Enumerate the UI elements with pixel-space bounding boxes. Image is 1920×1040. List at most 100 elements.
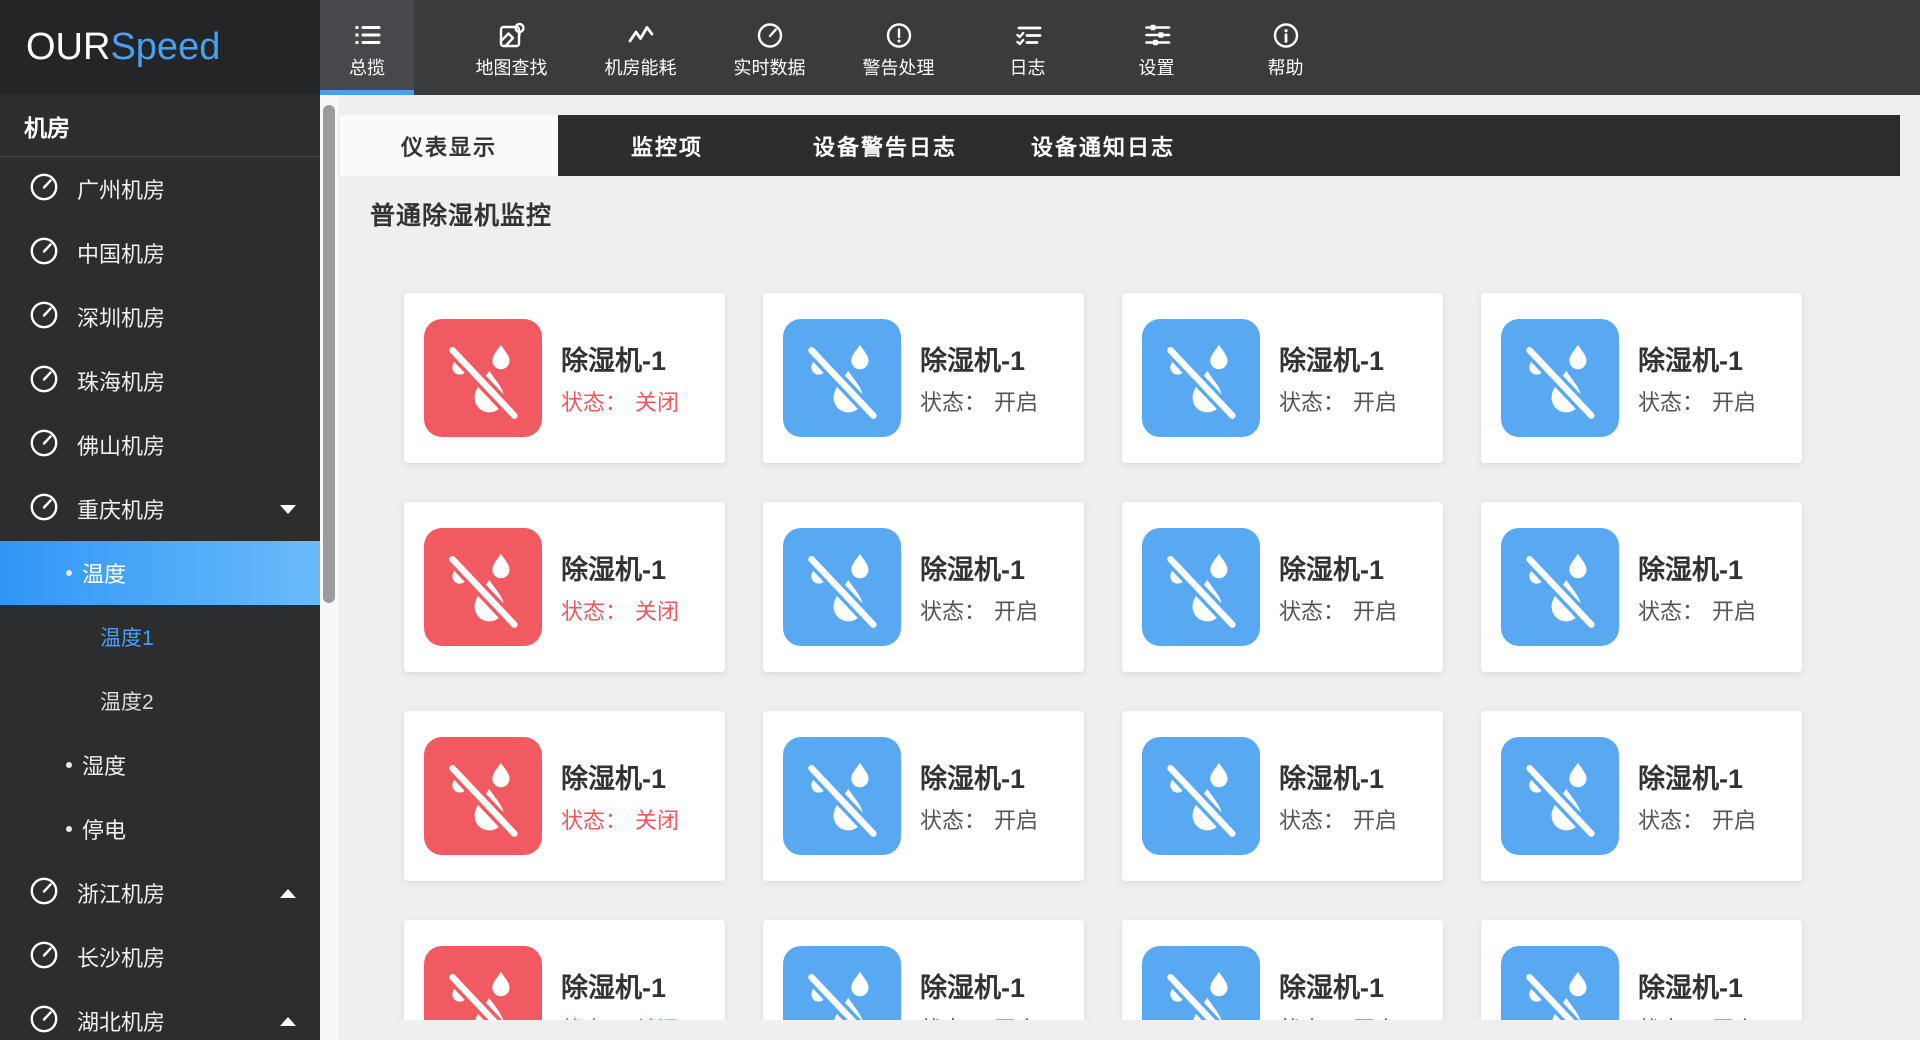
- nav-item-realtime-data[interactable]: 实时数据: [705, 0, 834, 95]
- device-card[interactable]: 除湿机-1 状态：开启: [763, 711, 1084, 881]
- device-status: 状态：关闭: [561, 1012, 679, 1020]
- sidebar-item-temperature1[interactable]: 温度1: [0, 605, 320, 669]
- water-drop-slash-icon: [1142, 946, 1260, 1020]
- device-card[interactable]: 除湿机-1 状态：开启: [1481, 293, 1802, 463]
- device-card[interactable]: 除湿机-1 状态：开启: [1481, 502, 1802, 672]
- water-drop-slash-icon: [1142, 737, 1260, 855]
- sidebar-item-changsha[interactable]: 长沙机房: [0, 925, 320, 989]
- device-status: 状态：开启: [920, 1012, 1038, 1020]
- nav-item-overview[interactable]: 总揽: [320, 0, 414, 95]
- sidebar-item-label: 佛山机房: [77, 429, 165, 461]
- sidebar-item-temperature2[interactable]: 温度2: [0, 669, 320, 733]
- chevron-up-icon: [280, 1017, 296, 1026]
- chevron-up-icon: [280, 889, 296, 898]
- app-window: OURSpeed 总揽 地图查找 机房能耗: [0, 0, 1920, 1040]
- logo-area: OURSpeed: [0, 0, 320, 95]
- gauge-icon: [27, 234, 61, 273]
- sidebar-item-guangzhou[interactable]: 广州机房: [0, 157, 320, 221]
- device-card[interactable]: 除湿机-1 状态：开启: [1481, 711, 1802, 881]
- map-search-icon: [497, 19, 527, 51]
- water-drop-slash-icon: [783, 319, 901, 437]
- water-drop-slash-icon: [1501, 528, 1619, 646]
- gauge-icon: [27, 874, 61, 913]
- water-drop-slash-icon: [783, 946, 901, 1020]
- help-info-icon: [1271, 19, 1301, 51]
- energy-pulse-icon: [626, 19, 656, 51]
- sidebar-scrollbar-thumb[interactable]: [323, 105, 335, 603]
- gauge-icon: [27, 426, 61, 465]
- sidebar-item-zhejiang[interactable]: 浙江机房: [0, 861, 320, 925]
- sidebar-item-hubei[interactable]: 湖北机房: [0, 989, 320, 1040]
- tab-dashboard-display[interactable]: 仪表显示: [340, 115, 558, 176]
- device-card[interactable]: 除湿机-1 状态：开启: [763, 502, 1084, 672]
- sidebar-item-label: 广州机房: [77, 173, 165, 205]
- tab-device-notification-log[interactable]: 设备通知日志: [994, 115, 1212, 176]
- nav-item-room-energy[interactable]: 机房能耗: [576, 0, 705, 95]
- sidebar-item-label: 珠海机房: [77, 365, 165, 397]
- sidebar-item-foshan[interactable]: 佛山机房: [0, 413, 320, 477]
- device-card[interactable]: 除湿机-1 状态：开启: [1122, 920, 1443, 1020]
- device-name: 除湿机-1: [1638, 757, 1743, 796]
- bullet-icon: [66, 826, 72, 832]
- device-status: 状态：关闭: [561, 594, 679, 626]
- sidebar-item-power-outage[interactable]: 停电: [0, 797, 320, 861]
- device-card[interactable]: 除湿机-1 状态：关闭: [404, 711, 725, 881]
- sidebar-item-label: 温度1: [100, 622, 154, 652]
- sidebar-scrollbar-track: [320, 95, 338, 1040]
- sidebar-item-humidity[interactable]: 湿度: [0, 733, 320, 797]
- water-drop-slash-icon: [424, 319, 542, 437]
- device-card[interactable]: 除湿机-1 状态：开启: [1481, 920, 1802, 1020]
- sidebar-item-label: 长沙机房: [77, 941, 165, 973]
- sidebar-item-shenzhen[interactable]: 深圳机房: [0, 285, 320, 349]
- nav-item-label: 日志: [1010, 59, 1046, 77]
- device-name: 除湿机-1: [1279, 757, 1384, 796]
- device-card[interactable]: 除湿机-1 状态：开启: [1122, 711, 1443, 881]
- device-card[interactable]: 除湿机-1 状态：开启: [1122, 502, 1443, 672]
- chevron-down-icon: [280, 505, 296, 514]
- sidebar-item-zhuhai[interactable]: 珠海机房: [0, 349, 320, 413]
- nav-item-settings[interactable]: 设置: [1092, 0, 1221, 95]
- device-status: 状态：关闭: [561, 385, 679, 417]
- nav-item-label: 总揽: [349, 59, 385, 77]
- nav-item-map-search[interactable]: 地图查找: [447, 0, 576, 95]
- gauge-icon: [27, 298, 61, 337]
- water-drop-slash-icon: [1501, 319, 1619, 437]
- device-card-grid: 除湿机-1 状态：关闭 除湿机-1 状态：开启 除湿机-1 状态：开启 除湿机-…: [404, 293, 1920, 1020]
- sidebar-item-chongqing[interactable]: 重庆机房: [0, 477, 320, 541]
- device-card[interactable]: 除湿机-1 状态：关闭: [404, 920, 725, 1020]
- tab-device-alert-log[interactable]: 设备警告日志: [776, 115, 994, 176]
- sidebar-item-label: 重庆机房: [77, 493, 165, 525]
- water-drop-slash-icon: [424, 737, 542, 855]
- sidebar-item-zhongguo[interactable]: 中国机房: [0, 221, 320, 285]
- device-status: 状态：开启: [920, 594, 1038, 626]
- sidebar-item-label: 停电: [82, 813, 126, 845]
- device-card[interactable]: 除湿机-1 状态：开启: [1122, 293, 1443, 463]
- sidebar-item-temperature[interactable]: 温度: [0, 541, 320, 605]
- nav-item-help[interactable]: 帮助: [1221, 0, 1350, 95]
- sidebar-item-label: 温度2: [100, 686, 154, 716]
- device-card[interactable]: 除湿机-1 状态：关闭: [404, 293, 725, 463]
- device-status: 状态：开启: [1279, 385, 1397, 417]
- water-drop-slash-icon: [1501, 946, 1619, 1020]
- device-status: 状态：开启: [1638, 385, 1756, 417]
- sidebar-item-label: 中国机房: [77, 237, 165, 269]
- nav-item-alert-handling[interactable]: 警告处理: [834, 0, 963, 95]
- device-status: 状态：关闭: [561, 803, 679, 835]
- device-name: 除湿机-1: [1279, 548, 1384, 587]
- device-name: 除湿机-1: [1638, 966, 1743, 1005]
- water-drop-slash-icon: [783, 737, 901, 855]
- bullet-icon: [66, 570, 72, 576]
- list-icon: [352, 19, 382, 51]
- device-status: 状态：开启: [920, 803, 1038, 835]
- water-drop-slash-icon: [783, 528, 901, 646]
- water-drop-slash-icon: [1501, 737, 1619, 855]
- gauge-icon: [27, 490, 61, 529]
- gauge-icon: [27, 1002, 61, 1040]
- device-card[interactable]: 除湿机-1 状态：关闭: [404, 502, 725, 672]
- tab-monitoring-items[interactable]: 监控项: [558, 115, 776, 176]
- device-card[interactable]: 除湿机-1 状态：开启: [763, 920, 1084, 1020]
- tab-bar: 仪表显示 监控项 设备警告日志 设备通知日志: [340, 115, 1900, 176]
- nav-item-label: 警告处理: [863, 59, 935, 77]
- device-card[interactable]: 除湿机-1 状态：开启: [763, 293, 1084, 463]
- nav-item-logs[interactable]: 日志: [963, 0, 1092, 95]
